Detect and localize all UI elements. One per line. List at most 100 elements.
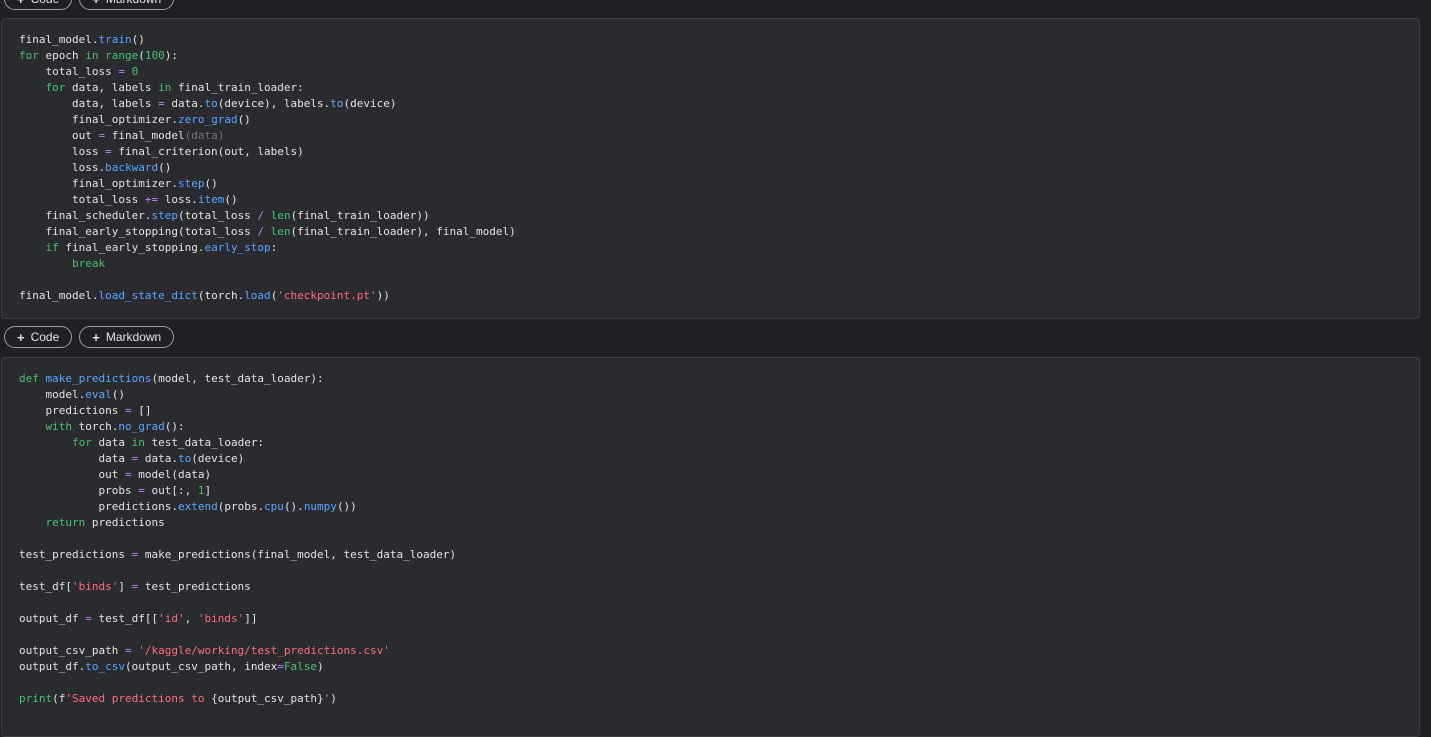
code-token: print — [19, 692, 53, 705]
code-line: with torch.no_grad(): — [19, 419, 456, 435]
code-token: test_predictions — [138, 580, 251, 593]
code-token: {output_csv_path} — [211, 692, 324, 705]
code-token: (final_train_loader), final_model) — [290, 225, 516, 238]
code-token: output_df — [19, 612, 86, 625]
code-token: final_criterion(out, labels) — [111, 145, 304, 158]
code-token: to — [330, 97, 344, 110]
code-token: data, labels — [19, 97, 159, 110]
code-line: total_loss = 0 — [19, 64, 516, 80]
code-line: output_df = test_df[['id', 'binds']] — [19, 611, 456, 627]
add-code-label: Code — [30, 330, 60, 344]
code-token: predictions — [19, 404, 125, 417]
code-line: data = data.to(device) — [19, 451, 456, 467]
code-cell-predictions[interactable]: def make_predictions(model, test_data_lo… — [1, 357, 1420, 737]
code-token: data — [19, 452, 132, 465]
add-markdown-button[interactable]: + Markdown — [79, 326, 175, 348]
code-editor[interactable]: def make_predictions(model, test_data_lo… — [19, 371, 456, 707]
code-token: to — [204, 97, 218, 110]
code-line: if final_early_stopping.early_stop: — [19, 240, 516, 256]
code-line: out = final_model(data) — [19, 128, 516, 144]
code-token: step — [177, 177, 205, 190]
code-token: )) — [376, 289, 390, 302]
code-token: 0 — [131, 65, 139, 78]
code-line: predictions = [] — [19, 403, 456, 419]
code-token: model(data) — [131, 468, 212, 481]
add-code-button[interactable]: + Code — [4, 0, 73, 10]
code-editor[interactable]: final_model.train() for epoch in range(10… — [19, 32, 516, 304]
code-line: loss.backward() — [19, 160, 516, 176]
code-token: in — [85, 49, 99, 62]
add-markdown-button[interactable]: + Markdown — [79, 0, 175, 10]
code-token: ] — [118, 580, 132, 593]
add-code-button[interactable]: + Code — [4, 326, 73, 348]
code-line: final_model.load_state_dict(torch.load('… — [19, 288, 516, 304]
code-token: make_predictions — [45, 372, 152, 385]
code-token: = — [158, 97, 165, 110]
code-token: step — [151, 209, 178, 222]
plus-icon: + — [92, 0, 100, 6]
code-token: in — [158, 81, 172, 94]
code-token: torch. — [72, 420, 119, 433]
code-token: data — [91, 436, 132, 449]
plus-icon: + — [17, 329, 25, 345]
code-token: : — [270, 241, 278, 254]
code-token: ( — [138, 49, 145, 62]
code-token: ()) — [336, 500, 357, 513]
code-token: 100 — [144, 49, 165, 62]
code-line: print(f'Saved predictions to {output_csv… — [19, 691, 456, 707]
code-token: 'binds' — [197, 612, 245, 625]
code-line: model.eval() — [19, 387, 456, 403]
code-token: = — [124, 404, 132, 417]
code-token: = — [138, 484, 145, 497]
code-token: , — [184, 612, 198, 625]
code-token: () — [204, 177, 218, 190]
code-token: False — [283, 660, 318, 673]
code-token: ): — [164, 49, 178, 62]
code-token: ) — [330, 692, 337, 705]
code-token: zero_grad — [177, 113, 238, 126]
code-token: out — [19, 468, 125, 481]
code-line: final_early_stopping(total_loss / len(fi… — [19, 224, 516, 240]
code-line: test_predictions = make_predictions(fina… — [19, 547, 456, 563]
code-token: epoch — [38, 49, 86, 62]
code-line: predictions.extend(probs.cpu().numpy()) — [19, 499, 456, 515]
code-token: for — [71, 436, 92, 449]
code-token: no_grad — [118, 420, 165, 433]
add-markdown-label: Markdown — [106, 0, 161, 6]
code-line: final_optimizer.zero_grad() — [19, 112, 516, 128]
code-token: for — [19, 49, 39, 62]
code-token: predictions. — [19, 500, 178, 513]
plus-icon: + — [92, 329, 100, 345]
add-cell-bar: + Code + Markdown — [4, 326, 175, 348]
code-token: (device) — [191, 452, 245, 465]
code-cell-training[interactable]: final_model.train() for epoch in range(10… — [1, 18, 1420, 319]
code-token: total_loss — [19, 65, 119, 78]
code-token: if — [45, 241, 59, 254]
code-line: def make_predictions(model, test_data_lo… — [19, 371, 456, 387]
code-token: item — [197, 193, 225, 206]
code-token: cpu — [264, 500, 284, 513]
code-token: final_early_stopping. — [58, 241, 205, 254]
code-token: final_model. — [19, 289, 99, 302]
code-line: for data, labels in final_train_loader: — [19, 80, 516, 96]
code-token: final_early_stopping(total_loss — [19, 225, 258, 238]
code-line: break — [19, 256, 516, 272]
code-line: output_df.to_csv(output_csv_path, index=… — [19, 659, 456, 675]
code-token: model. — [19, 388, 86, 401]
code-token: early_stop — [204, 241, 271, 254]
code-token: out — [19, 129, 99, 142]
code-token: load — [244, 289, 271, 302]
code-token: loss. — [19, 161, 106, 174]
code-token: test_df[[ — [91, 612, 159, 625]
code-token: ) — [317, 660, 324, 673]
code-line: probs = out[:, 1] — [19, 483, 456, 499]
code-token: final_scheduler. — [19, 209, 152, 222]
code-token: final_optimizer. — [19, 177, 178, 190]
